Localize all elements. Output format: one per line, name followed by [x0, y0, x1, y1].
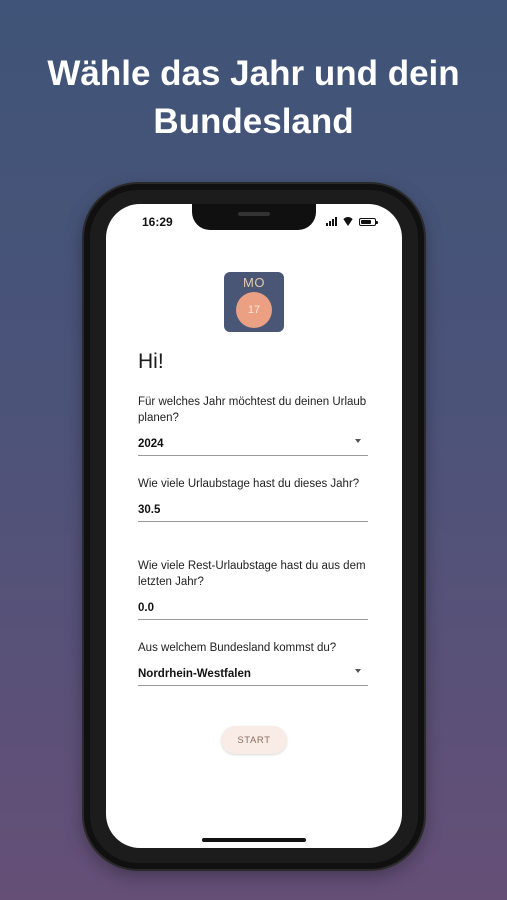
- remaining-days-input[interactable]: 0.0: [138, 598, 368, 620]
- headline-line-1: Wähle das Jahr und dein: [47, 54, 460, 93]
- status-time: 16:29: [142, 215, 173, 229]
- headline-line-2: Bundesland: [153, 102, 354, 141]
- state-select[interactable]: Nordrhein-Westfalen: [138, 664, 368, 686]
- home-indicator: [202, 838, 306, 842]
- speaker-grille: [238, 212, 270, 216]
- app-logo-day: MO: [243, 275, 265, 290]
- state-value: Nordrhein-Westfalen: [138, 668, 251, 680]
- signal-icon: [326, 217, 337, 226]
- remaining-days-label: Wie viele Rest-Urlaubstage hast du aus d…: [138, 560, 366, 588]
- status-icons: [326, 216, 378, 226]
- remaining-days-field: Wie viele Rest-Urlaubstage hast du aus d…: [138, 558, 368, 620]
- vacation-days-value: 30.5: [138, 504, 161, 516]
- wifi-icon: [342, 217, 354, 226]
- app-logo: MO 17: [224, 272, 284, 332]
- vacation-days-input[interactable]: 30.5: [138, 500, 368, 522]
- vacation-days-field: Wie viele Urlaubstage hast du dieses Jah…: [138, 476, 368, 522]
- vacation-days-label: Wie viele Urlaubstage hast du dieses Jah…: [138, 478, 360, 490]
- phone-notch: [192, 204, 316, 230]
- year-field: Für welches Jahr möchtest du deinen Urla…: [138, 394, 368, 456]
- phone-screen: 16:29 MO 17 Hi! Für welches Jahr möchtes…: [106, 204, 402, 848]
- state-field: Aus welchem Bundesland kommst du? Nordrh…: [138, 640, 368, 686]
- remaining-days-value: 0.0: [138, 602, 154, 614]
- year-value: 2024: [138, 438, 164, 450]
- greeting-heading: Hi!: [138, 350, 164, 373]
- year-label: Für welches Jahr möchtest du deinen Urla…: [138, 396, 367, 424]
- year-select[interactable]: 2024: [138, 434, 368, 456]
- promo-headline: Wähle das Jahr und dein Bundesland: [0, 50, 507, 146]
- dropdown-arrow-icon: [355, 439, 361, 443]
- battery-icon: [359, 218, 378, 226]
- dropdown-arrow-icon: [355, 669, 361, 673]
- start-button[interactable]: START: [221, 726, 287, 754]
- app-logo-date-circle: 17: [236, 292, 272, 328]
- state-label: Aus welchem Bundesland kommst du?: [138, 642, 337, 654]
- phone-frame: 16:29 MO 17 Hi! Für welches Jahr möchtes…: [84, 184, 424, 869]
